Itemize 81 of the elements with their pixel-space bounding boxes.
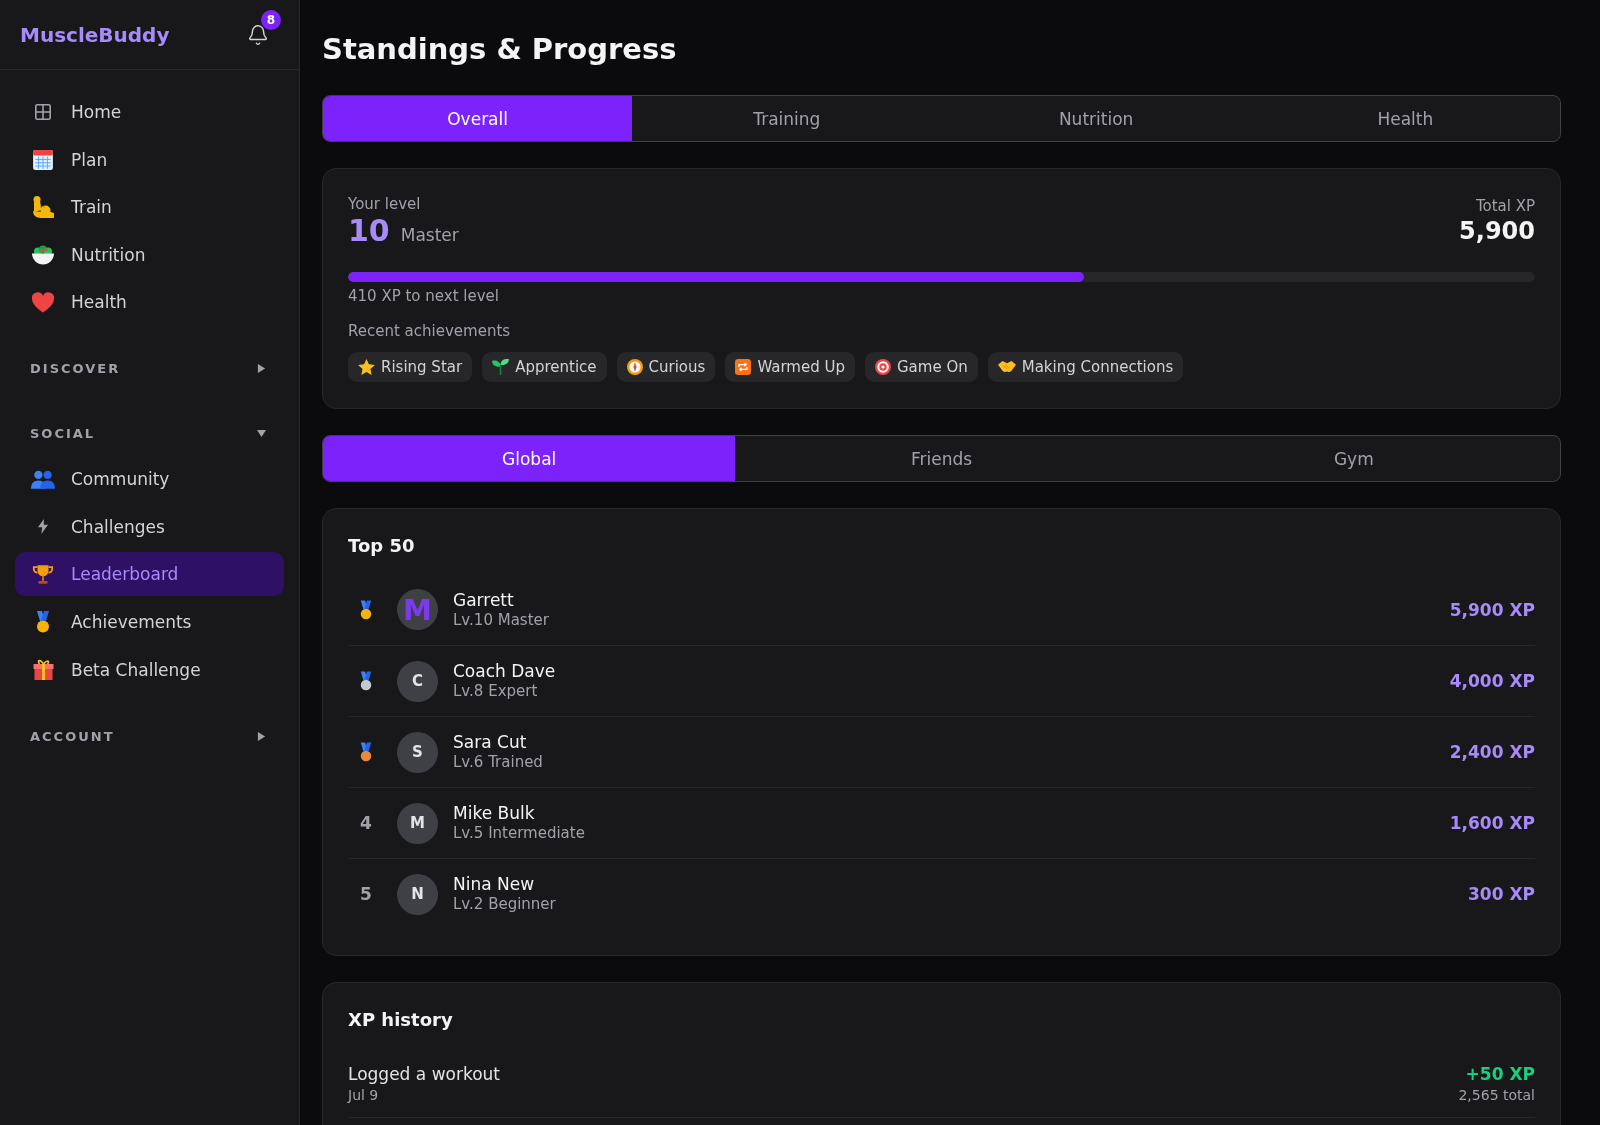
repeat-arrows-icon: [735, 359, 752, 375]
grid-icon: [35, 104, 51, 120]
calendar-icon: [32, 148, 54, 171]
app-logo: MuscleBuddy: [20, 22, 170, 47]
sidebar-item[interactable]: Train: [15, 185, 284, 230]
target-icon: [875, 359, 891, 375]
player-xp: 1,600 XP: [1449, 813, 1535, 833]
lightning-icon: [38, 519, 48, 535]
player-level: Lv.6 Trained: [453, 753, 543, 772]
player-level: Lv.2 Beginner: [453, 895, 556, 914]
sidebar-item[interactable]: Challenges: [15, 504, 284, 549]
category-tab[interactable]: Training: [632, 96, 942, 141]
category-tab[interactable]: Nutrition: [941, 96, 1251, 141]
people-icon: [31, 469, 55, 489]
achievement-name: Game On: [897, 358, 968, 376]
sidebar-item[interactable]: Plan: [15, 137, 284, 182]
scope-tab[interactable]: Global: [323, 436, 736, 481]
page-title: Standings & Progress: [322, 31, 678, 68]
player-xp: 4,000 XP: [1449, 671, 1535, 691]
scope-tab[interactable]: Friends: [735, 436, 1148, 481]
sidebar-item[interactable]: Home: [15, 90, 284, 134]
avatar: S: [397, 731, 438, 773]
star-icon: [358, 359, 375, 375]
category-tab[interactable]: Overall: [323, 96, 633, 141]
total-xp-label: Total XP: [1474, 197, 1535, 215]
player-level: Lv.5 Intermediate: [453, 824, 585, 843]
player-name: Nina New: [453, 874, 536, 895]
avatar: M: [397, 802, 438, 844]
history-label: Logged a workout: [348, 1064, 500, 1085]
total-xp-value: 5,900: [1459, 216, 1535, 247]
history-total: 2,565 total: [1458, 1086, 1535, 1105]
player-name: Garrett: [453, 589, 515, 611]
category-tab[interactable]: Health: [1250, 96, 1560, 141]
avatar: N: [397, 873, 438, 915]
sidebar-item[interactable]: Beta Challenge: [15, 647, 284, 692]
rank-number: 5: [360, 884, 372, 904]
history-xp: +50 XP: [1465, 1064, 1535, 1085]
card-title: XP history: [348, 1009, 454, 1031]
handshake-icon: [997, 361, 1016, 373]
notification-badge: 8: [261, 9, 281, 30]
player-name: Coach Dave: [453, 661, 556, 682]
section-header[interactable]: ACCOUNT: [15, 716, 284, 757]
seedling-icon: [492, 359, 510, 375]
achievements-label: Recent achievements: [348, 322, 512, 340]
gift-icon: [32, 658, 54, 681]
sidebar-item[interactable]: Leaderboard: [15, 552, 284, 597]
scope-tab[interactable]: Gym: [1147, 436, 1560, 481]
achievement-name: Apprentice: [515, 358, 597, 376]
achievement-name: Curious: [648, 358, 706, 376]
player-xp: 2,400 XP: [1449, 742, 1535, 762]
achievement-name: Making Connections: [1021, 358, 1174, 376]
player-level: Lv.8 Expert: [453, 682, 539, 701]
card-title: Top 50: [348, 535, 416, 557]
salad-bowl-icon: [32, 244, 54, 265]
player-level: Lv.10 Master: [453, 610, 549, 630]
avatar: M: [397, 589, 438, 630]
level-label: Your level: [348, 195, 422, 213]
heart-icon: [32, 291, 54, 313]
rank-number: 4: [360, 813, 372, 833]
level-number: 10: [348, 213, 390, 249]
sidebar-item[interactable]: Nutrition: [15, 232, 284, 277]
player-name: Mike Bulk: [453, 803, 536, 824]
history-date: Jul 9: [348, 1086, 379, 1105]
avatar: C: [397, 660, 438, 702]
player-xp: 5,900 XP: [1449, 599, 1535, 620]
trophy-icon: [32, 563, 54, 585]
achievement-name: Rising Star: [381, 358, 463, 376]
flexed-arm-icon: [32, 196, 54, 219]
player-xp: 300 XP: [1468, 884, 1535, 904]
section-header[interactable]: DISCOVER: [15, 348, 284, 389]
sidebar-item[interactable]: Community: [15, 457, 284, 502]
sidebar-item[interactable]: Achievements: [15, 599, 284, 644]
medal-icon: [35, 610, 51, 633]
level-title: Master: [400, 225, 459, 245]
achievement-name: Warmed Up: [757, 358, 845, 376]
bell-icon[interactable]: [247, 23, 269, 46]
section-header[interactable]: SOCIAL: [15, 413, 284, 454]
compass-icon: [626, 359, 643, 375]
progress-caption: 410 XP to next level: [348, 287, 500, 305]
sidebar-item[interactable]: Health: [15, 280, 284, 325]
player-name: Sara Cut: [453, 732, 528, 753]
